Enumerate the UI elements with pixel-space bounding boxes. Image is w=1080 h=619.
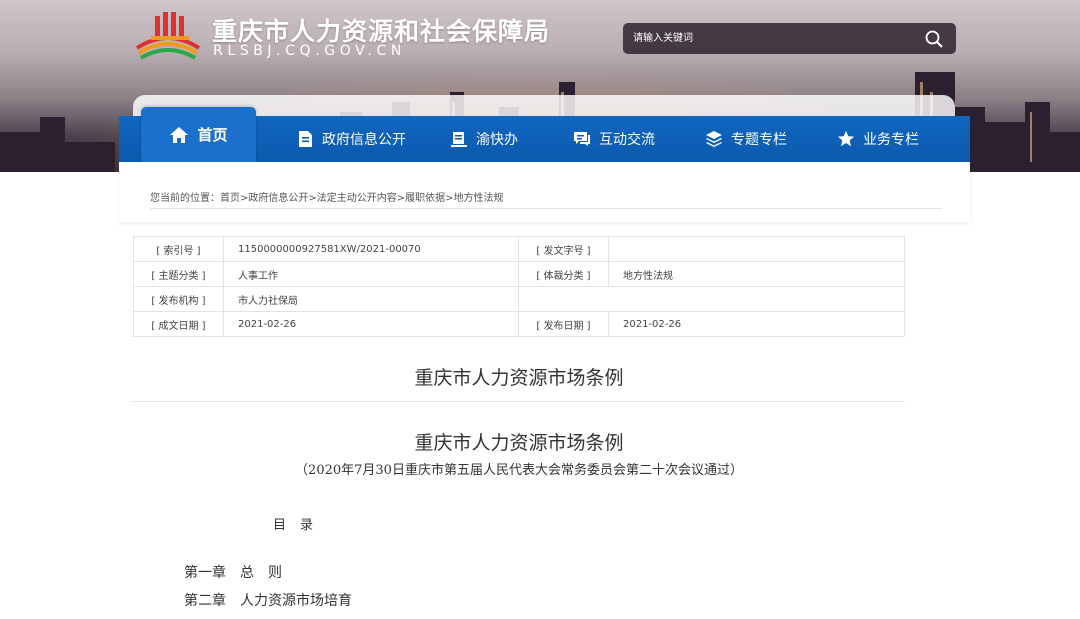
- breadcrumb-statutory[interactable]: 法定主动公开内容: [317, 193, 397, 204]
- nav-item-topics[interactable]: 专题专栏: [705, 116, 787, 162]
- document-meta-table: [ 索引号 ] 1150000000927581XW/2021-00070 [ …: [133, 236, 905, 337]
- meta-value-topic: 人事工作: [223, 261, 519, 287]
- breadcrumb-separator: >: [396, 193, 406, 204]
- breadcrumb-panel: 您当前的位置：首页>政府信息公开>法定主动公开内容>履职依据>地方性法规: [119, 162, 970, 222]
- home-icon: [170, 126, 189, 143]
- meta-label: [ 体裁分类 ]: [518, 261, 609, 287]
- table-row: [ 索引号 ] 1150000000927581XW/2021-00070 [ …: [133, 236, 905, 262]
- chapter-name: 总 则: [240, 565, 282, 581]
- breadcrumb-gov-info[interactable]: 政府信息公开: [248, 193, 308, 204]
- table-row: [ 主题分类 ] 人事工作 [ 体裁分类 ] 地方性法规: [133, 261, 905, 287]
- meta-value-genre: 地方性法规: [608, 261, 905, 287]
- page-title: 重庆市人力资源市场条例: [414, 367, 624, 389]
- chapter-name: 人力资源市场培育: [240, 593, 352, 609]
- meta-label: [ 主题分类 ]: [133, 261, 224, 287]
- nav-item-label: 业务专栏: [863, 132, 919, 148]
- meta-value-published: 2021-02-26: [608, 311, 905, 337]
- search-input[interactable]: [633, 29, 913, 48]
- breadcrumb-separator: >: [445, 193, 454, 204]
- logo-emblem: [135, 12, 201, 60]
- nav-item-label: 专题专栏: [731, 132, 787, 148]
- title-divider: [133, 401, 905, 402]
- site-domain: RLSBJ.CQ.GOV.CN: [213, 43, 406, 59]
- nav-item-home[interactable]: 首页: [141, 107, 256, 162]
- meta-label: [ 发布日期 ]: [518, 311, 609, 337]
- nav-item-gov-info[interactable]: 政府信息公开: [296, 116, 406, 162]
- meta-value-org: 市人力社保局: [223, 286, 519, 312]
- toc-heading: 目录: [273, 518, 328, 533]
- document-subtitle: （2020年7月30日重庆市第五届人民代表大会常务委员会第二十次会议通过）: [295, 463, 743, 478]
- nav-item-interaction[interactable]: 互动交流: [573, 116, 655, 162]
- breadcrumb-prefix: 您当前的位置：: [150, 193, 220, 204]
- nav-item-label: 互动交流: [599, 132, 655, 148]
- main-nav: 首页 政府信息公开 渝快办 互动交流 专题专栏 业务专栏: [119, 107, 970, 162]
- nav-item-label: 首页: [197, 126, 228, 144]
- nav-item-yukuaiban[interactable]: 渝快办: [450, 116, 518, 162]
- meta-label: [ 发文字号 ]: [518, 236, 609, 262]
- toc-chapter: 第二章 人力资源市场培育: [184, 590, 352, 610]
- book-icon: [451, 132, 467, 147]
- breadcrumb-separator: >: [308, 193, 317, 204]
- layers-icon: [706, 131, 722, 147]
- meta-label: [ 索引号 ]: [133, 236, 224, 262]
- meta-label: [ 发布机构 ]: [133, 286, 224, 312]
- table-row: [ 发布机构 ] 市人力社保局: [133, 286, 905, 312]
- meta-empty-cell: [518, 286, 905, 312]
- star-icon: [837, 130, 855, 147]
- search-box: [623, 23, 956, 54]
- meta-value-created: 2021-02-26: [223, 311, 519, 337]
- breadcrumb: 您当前的位置：首页>政府信息公开>法定主动公开内容>履职依据>地方性法规: [150, 189, 504, 204]
- breadcrumb-local-regulations[interactable]: 地方性法规: [454, 193, 504, 204]
- document-title: 重庆市人力资源市场条例: [414, 432, 624, 454]
- search-icon[interactable]: [924, 29, 944, 49]
- document-icon: [299, 131, 312, 147]
- nav-item-label: 渝快办: [476, 132, 518, 148]
- breadcrumb-duty-basis[interactable]: 履职依据: [405, 193, 445, 204]
- meta-value-doc-no: [608, 236, 905, 262]
- chapter-number: 第二章: [184, 593, 226, 609]
- nav-item-label: 政府信息公开: [322, 132, 406, 148]
- nav-item-business[interactable]: 业务专栏: [837, 116, 919, 162]
- breadcrumb-home[interactable]: 首页: [220, 193, 240, 204]
- chapter-number: 第一章: [184, 565, 226, 581]
- toc-chapter: 第一章总 则: [184, 562, 282, 582]
- meta-label: [ 成文日期 ]: [133, 311, 224, 337]
- chat-icon: [574, 132, 590, 146]
- table-row: [ 成文日期 ] 2021-02-26 [ 发布日期 ] 2021-02-26: [133, 311, 905, 337]
- breadcrumb-divider: [150, 208, 942, 209]
- meta-value-index: 1150000000927581XW/2021-00070: [223, 236, 519, 262]
